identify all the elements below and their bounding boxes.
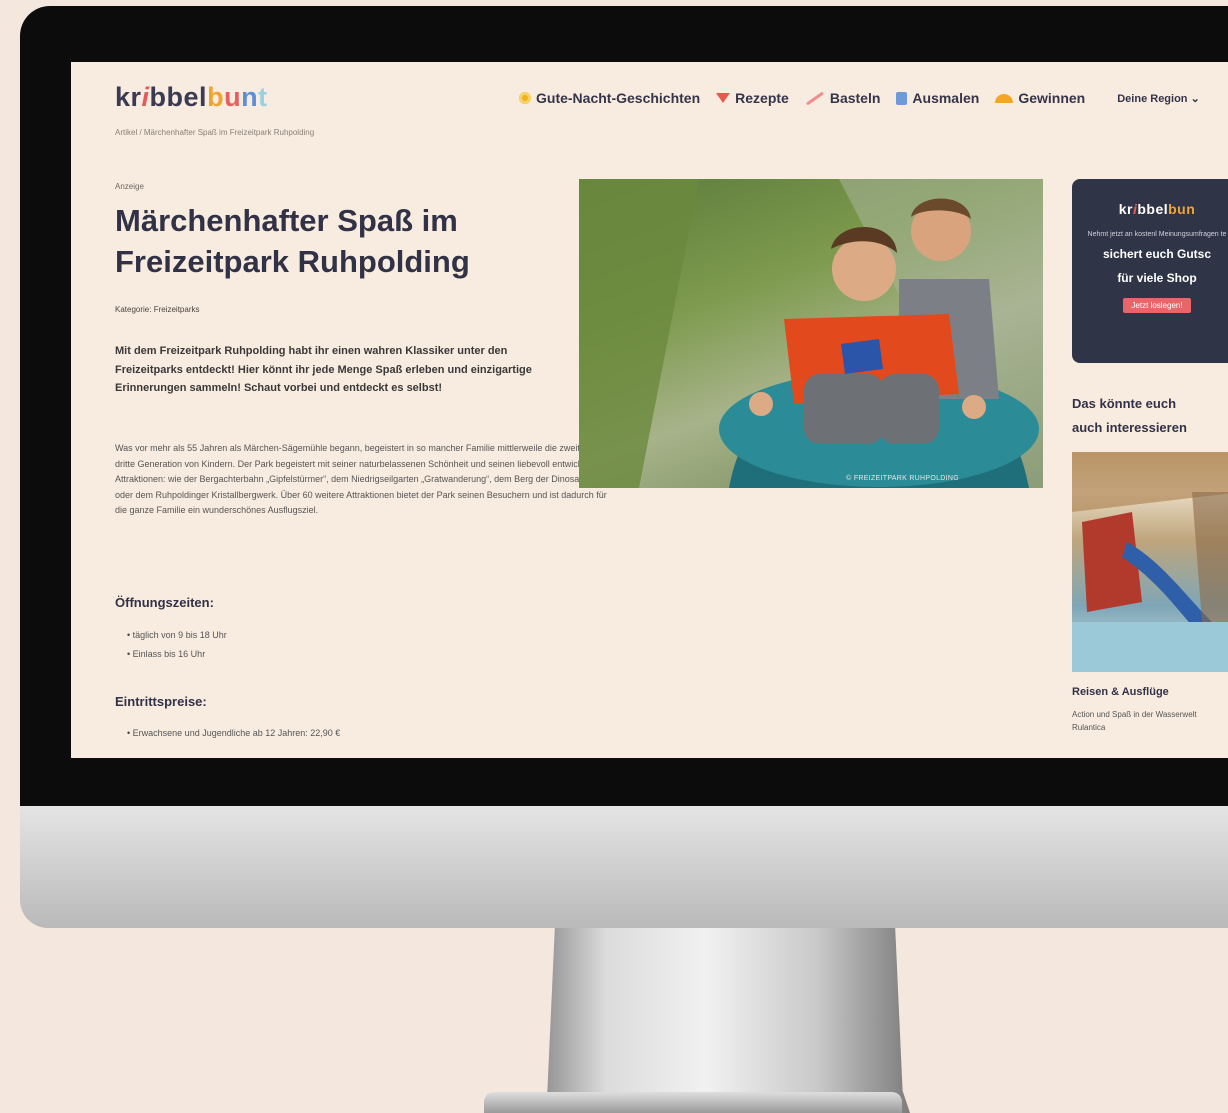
promo-headline-2: für viele Shop — [1117, 271, 1197, 285]
photo-illustration — [579, 179, 1043, 488]
logo-part: bbel — [149, 82, 208, 112]
breadcrumb[interactable]: Artikel / Märchenhafter Spaß im Freizeit… — [115, 128, 314, 137]
related-article-image[interactable] — [1072, 452, 1228, 672]
hours-heading: Öffnungszeiten: — [115, 595, 214, 610]
promo-logo: kribbelbun — [1072, 201, 1228, 217]
ad-tag: Anzeige — [115, 182, 144, 191]
promo-cta-button[interactable]: Jetzt loslegen! — [1123, 298, 1191, 313]
site-logo[interactable]: kribbelbunt — [115, 82, 268, 113]
monitor-stand-foot — [484, 1092, 902, 1113]
sun-icon — [519, 92, 531, 104]
book-icon — [896, 91, 908, 105]
nav-label: Basteln — [829, 90, 881, 106]
brush-stroke-icon — [805, 91, 824, 105]
logo-part: bbel — [1137, 201, 1169, 217]
related-category[interactable]: Reisen & Ausflüge — [1072, 686, 1169, 698]
article-title: Märchenhafter Spaß im Freizeitpark Ruhpo… — [115, 203, 470, 279]
semicircle-icon — [995, 93, 1014, 103]
prices-list: Erwachsene und Jugendliche ab 12 Jahren:… — [127, 724, 341, 743]
monitor-stand — [540, 928, 910, 1113]
promo-text: Nehmt jetzt an kostenl Meinungsumfragen … — [1087, 231, 1227, 238]
nav-item-basteln[interactable]: Basteln — [805, 90, 881, 106]
logo-part: kr — [115, 82, 142, 112]
nav-label: Gute-Nacht-Geschichten — [536, 90, 701, 106]
logo-part: b — [207, 82, 225, 112]
promo-headline-1: sichert euch Gutsc — [1102, 247, 1212, 261]
related-illustration — [1072, 452, 1228, 672]
chevron-down-icon: ⌄ — [1190, 92, 1200, 105]
nav-label: Gewinnen — [1018, 90, 1086, 106]
article-lead: Mit dem Freizeitpark Ruhpolding habt ihr… — [115, 345, 532, 394]
logo-part: u — [224, 82, 242, 112]
main-nav: Gute-Nacht-Geschichten Rezepte Basteln A… — [519, 90, 1200, 106]
nav-item-gute-nacht-geschichten[interactable]: Gute-Nacht-Geschichten — [519, 90, 700, 106]
photo-credit: © FREIZEITPARK RUHPOLDING — [846, 475, 959, 482]
nav-label: Rezepte — [735, 90, 789, 106]
logo-part: kr — [1118, 201, 1133, 217]
nav-item-gewinnen[interactable]: Gewinnen — [995, 90, 1085, 106]
nav-item-rezepte[interactable]: Rezepte — [716, 90, 789, 106]
article-body: Was vor mehr als 55 Jahren als Märchen-S… — [115, 443, 607, 515]
related-heading: Das könnte euch auch interessieren — [1072, 396, 1187, 435]
logo-part: i — [141, 82, 150, 112]
website-screen: kribbelbunt Gute-Nacht-Geschichten Rezep… — [71, 62, 1228, 758]
logo-part: n — [241, 82, 259, 112]
logo-part: t — [258, 82, 268, 112]
related-description[interactable]: Action und Spaß in der Wasserwelt Rulant… — [1072, 708, 1212, 734]
region-dropdown[interactable]: Deine Region ⌄ — [1117, 92, 1200, 105]
nav-item-ausmalen[interactable]: Ausmalen — [896, 90, 979, 106]
article-photo: © FREIZEITPARK RUHPOLDING — [579, 179, 1043, 488]
nav-label: Ausmalen — [912, 90, 980, 106]
triangle-icon — [716, 93, 731, 103]
list-item: Einlass bis 16 Uhr — [127, 645, 227, 664]
article-category[interactable]: Kategorie: Freizeitparks — [115, 305, 199, 314]
monitor-chin — [20, 806, 1228, 928]
region-label: Deine Region — [1117, 92, 1188, 105]
hours-list: täglich von 9 bis 18 Uhr Einlass bis 16 … — [127, 626, 227, 664]
promo-card: kribbelbun Nehmt jetzt an kostenl Meinun… — [1072, 179, 1228, 363]
prices-heading: Eintrittspreise: — [115, 694, 207, 709]
list-item: Erwachsene und Jugendliche ab 12 Jahren:… — [127, 724, 341, 743]
logo-part: bun — [1168, 201, 1196, 217]
list-item: täglich von 9 bis 18 Uhr — [127, 626, 227, 645]
